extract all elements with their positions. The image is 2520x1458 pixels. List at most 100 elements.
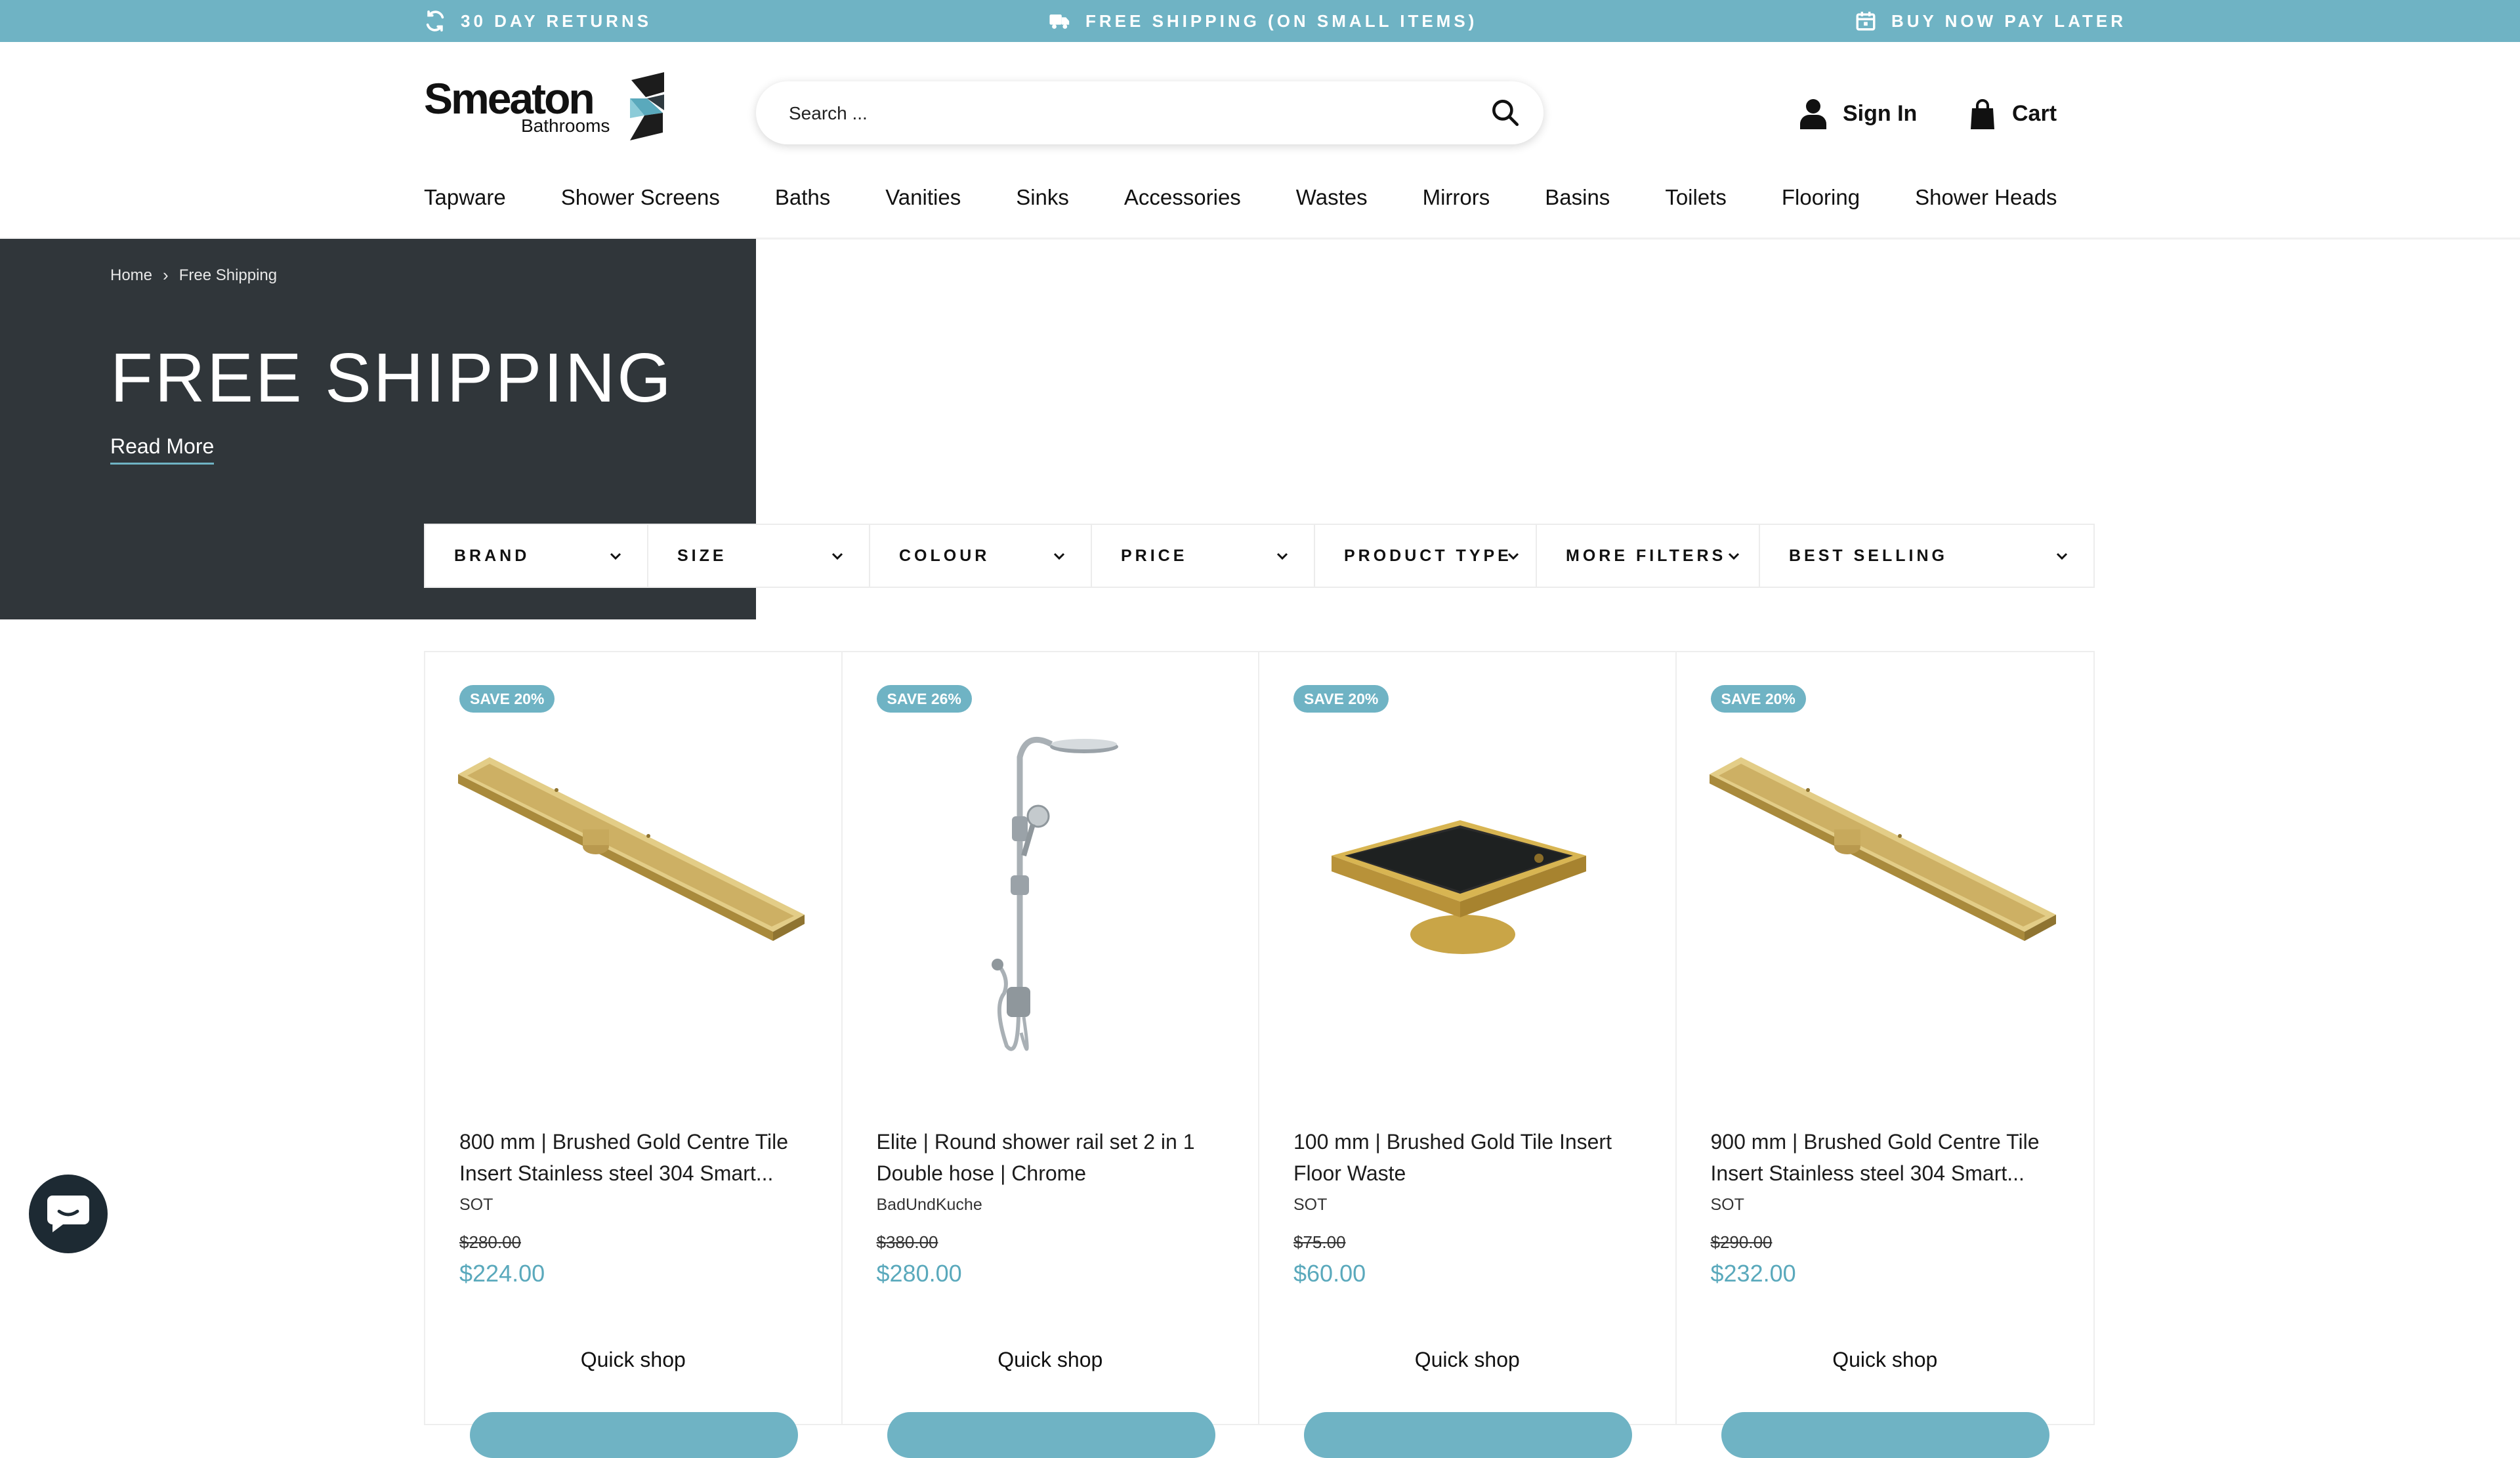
search-icon[interactable] [1488, 96, 1521, 129]
product-image[interactable] [458, 718, 806, 1072]
chevron-down-icon [1728, 552, 1740, 560]
filter-product-type[interactable]: PRODUCT TYPE [1315, 525, 1537, 587]
chevron-right-icon: › [163, 265, 169, 285]
nav-item-vanities[interactable]: Vanities [885, 185, 961, 218]
sale-price: $280.00 [876, 1260, 962, 1287]
nav-item-baths[interactable]: Baths [775, 185, 830, 218]
compare-price: $290.00 [1710, 1232, 1773, 1252]
quick-shop-button[interactable]: Quick shop [1259, 1348, 1675, 1372]
filter-brand[interactable]: BRAND [425, 525, 648, 587]
promo-bnpl[interactable]: BUY NOW PAY LATER [1855, 0, 2126, 42]
compare-price: $380.00 [876, 1232, 938, 1252]
sale-badge: SAVE 20% [459, 685, 555, 713]
product-title[interactable]: Elite | Round shower rail set 2 in 1 Dou… [877, 1126, 1231, 1189]
sort-select[interactable]: BEST SELLING [1760, 525, 2093, 587]
bag-icon [1971, 99, 1994, 129]
truck-icon [1049, 14, 1070, 29]
nav-item-shower-screens[interactable]: Shower Screens [561, 185, 720, 218]
sale-price: $224.00 [459, 1260, 545, 1287]
sale-badge: SAVE 26% [876, 685, 972, 713]
filter-label: BRAND [454, 546, 530, 565]
add-to-cart-button[interactable] [470, 1412, 798, 1458]
breadcrumb-current: Free Shipping [178, 266, 278, 284]
promo-bnpl-label: BUY NOW PAY LATER [1891, 10, 2127, 31]
chevron-down-icon [1276, 552, 1288, 560]
product-card[interactable]: SAVE 20% 800 mm | Brushed Gold Centre Ti… [425, 652, 843, 1458]
nav-item-basins[interactable]: Basins [1545, 185, 1610, 218]
filter-price[interactable]: PRICE [1092, 525, 1315, 587]
promo-returns-label: 30 DAY RETURNS [461, 10, 652, 31]
gold-linear-drain-icon [458, 757, 805, 941]
sign-in-link[interactable]: Sign In [1799, 96, 1917, 131]
nav-item-wastes[interactable]: Wastes [1296, 185, 1368, 218]
site-logo[interactable]: Smeaton Bathrooms [424, 71, 673, 143]
promo-shipping[interactable]: FREE SHIPPING (ON SMALL ITEMS) [1049, 0, 1477, 42]
promo-shipping-label: FREE SHIPPING (ON SMALL ITEMS) [1085, 10, 1478, 31]
product-title[interactable]: 900 mm | Brushed Gold Centre Tile Insert… [1711, 1126, 2065, 1189]
cart-label: Cart [2012, 100, 2057, 126]
sale-price: $232.00 [1710, 1260, 1796, 1287]
nav-item-shower-heads[interactable]: Shower Heads [1915, 185, 2057, 218]
chrome-shower-rail-icon [991, 736, 1118, 1051]
product-vendor: BadUndKuche [876, 1196, 982, 1214]
nav-item-flooring[interactable]: Flooring [1782, 185, 1860, 218]
refresh-icon [426, 10, 444, 32]
product-title[interactable]: 100 mm | Brushed Gold Tile Insert Floor … [1293, 1126, 1648, 1189]
nav-item-mirrors[interactable]: Mirrors [1423, 185, 1490, 218]
filter-label: COLOUR [899, 546, 990, 565]
filter-size[interactable]: SIZE [648, 525, 870, 587]
product-vendor: SOT [1293, 1196, 1328, 1214]
nav-item-sinks[interactable]: Sinks [1016, 185, 1069, 218]
gold-linear-drain-icon [1709, 757, 2056, 941]
sale-badge: SAVE 20% [1710, 685, 1806, 713]
logo-mark-icon [630, 72, 664, 140]
product-card[interactable]: SAVE 20% 100 mm | Brushed Gold Tile Inse… [1259, 652, 1677, 1458]
sale-price: $60.00 [1293, 1260, 1366, 1287]
sign-in-label: Sign In [1843, 100, 1918, 126]
chat-bubble-icon [47, 1196, 89, 1232]
chevron-down-icon [1053, 552, 1065, 560]
search-bar[interactable] [756, 81, 1544, 144]
sale-badge: SAVE 20% [1293, 685, 1389, 713]
user-icon [1800, 99, 1826, 129]
nav-item-toilets[interactable]: Toilets [1665, 185, 1727, 218]
chat-launcher[interactable] [29, 1175, 108, 1253]
cart-link[interactable]: Cart [1969, 96, 2057, 131]
add-to-cart-button[interactable] [1721, 1412, 2049, 1458]
search-input[interactable] [788, 97, 1446, 130]
read-more-link[interactable]: Read More [110, 434, 215, 465]
add-to-cart-button[interactable] [1304, 1412, 1632, 1458]
nav-item-accessories[interactable]: Accessories [1124, 185, 1241, 218]
calendar-icon [1856, 11, 1876, 31]
chevron-down-icon [610, 552, 621, 560]
chevron-down-icon [2056, 552, 2068, 560]
product-card[interactable]: SAVE 20% 900 mm | Brushed Gold Centre Ti… [1677, 652, 2094, 1458]
chevron-down-icon [831, 552, 843, 560]
product-image[interactable] [875, 718, 1223, 1072]
quick-shop-button[interactable]: Quick shop [425, 1348, 841, 1372]
product-vendor: SOT [1710, 1196, 1744, 1214]
product-title[interactable]: 800 mm | Brushed Gold Centre Tile Insert… [459, 1126, 814, 1189]
product-grid: SAVE 20% 800 mm | Brushed Gold Centre Ti… [424, 651, 2095, 1458]
quick-shop-button[interactable]: Quick shop [843, 1348, 1259, 1372]
logo-subtitle: Bathrooms [521, 115, 610, 136]
filter-label: PRICE [1121, 546, 1188, 565]
breadcrumb: Home › Free Shipping [110, 265, 277, 285]
product-vendor: SOT [459, 1196, 494, 1214]
add-to-cart-button[interactable] [887, 1412, 1215, 1458]
promo-returns[interactable]: 30 DAY RETURNS [424, 0, 652, 42]
nav-item-tapware[interactable]: Tapware [424, 185, 506, 218]
product-card[interactable]: SAVE 26% Elite | Round shower rail set 2… [843, 652, 1259, 1458]
filter-label: MORE FILTERS [1566, 546, 1727, 565]
filter-more-filters[interactable]: MORE FILTERS [1537, 525, 1760, 587]
breadcrumb-home[interactable]: Home [110, 266, 152, 285]
gold-square-floor-waste-icon [1332, 820, 1586, 954]
quick-shop-button[interactable]: Quick shop [1677, 1348, 2094, 1372]
product-image[interactable] [1292, 718, 1640, 1072]
filter-label: SIZE [677, 546, 727, 565]
product-image[interactable] [1709, 718, 2057, 1072]
announcement-bar: 30 DAY RETURNS FREE SHIPPING (ON SMALL I… [0, 0, 2520, 42]
chevron-down-icon [1507, 552, 1519, 560]
filter-colour[interactable]: COLOUR [870, 525, 1092, 587]
filter-label: PRODUCT TYPE [1344, 546, 1512, 565]
